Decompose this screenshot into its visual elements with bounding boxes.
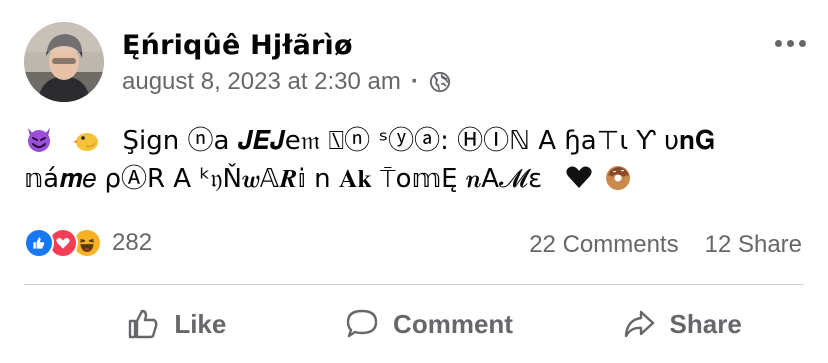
baby-chick-emoji bbox=[73, 133, 99, 151]
post-timestamp[interactable]: august 8, 2023 at 2:30 am bbox=[122, 68, 401, 96]
post-meta: august 8, 2023 at 2:30 am · bbox=[122, 68, 451, 96]
comment-button-label: Comment bbox=[393, 308, 513, 339]
share-icon bbox=[624, 310, 654, 338]
like-button[interactable]: Like bbox=[0, 296, 303, 352]
author-name[interactable]: Ęńriqûê Hjłãrìø bbox=[122, 30, 353, 61]
doughnut-emoji bbox=[605, 166, 630, 190]
comment-icon bbox=[346, 309, 378, 338]
avatar-photo bbox=[24, 22, 104, 102]
smiling-devil-emoji bbox=[28, 128, 50, 152]
reaction-summary[interactable]: 282 bbox=[24, 228, 152, 258]
action-bar: Like Comment Share bbox=[0, 296, 828, 352]
shares-count-link[interactable]: 12 Share bbox=[705, 231, 802, 259]
post-text-line-1: Şign ⓝa 𝑱𝑬𝑱e𝔪 ⍂ⓝ ˢⓨⓐ: ⒽⒾℕ A ɧa⊤ɩ Ƴ υ𝐧𝐆 bbox=[24, 122, 814, 160]
reaction-count: 282 bbox=[112, 229, 153, 256]
more-dot bbox=[787, 40, 794, 47]
post-text-content-1: Şign ⓝa 𝑱𝑬𝑱e𝔪 ⍂ⓝ ˢⓨⓐ: ⒽⒾℕ A ɧa⊤ɩ Ƴ υ𝐧𝐆 bbox=[122, 126, 715, 156]
more-dot bbox=[799, 40, 806, 47]
share-button[interactable]: Share bbox=[555, 296, 828, 352]
like-button-label: Like bbox=[174, 308, 227, 339]
like-reaction-icon bbox=[24, 228, 54, 258]
comments-count-link[interactable]: 22 Comments bbox=[529, 231, 678, 259]
thumbs-up-icon bbox=[129, 309, 158, 339]
meta-separator: · bbox=[410, 68, 419, 95]
post-text: Şign ⓝa 𝑱𝑬𝑱e𝔪 ⍂ⓝ ˢⓨⓐ: ⒽⒾℕ A ɧa⊤ɩ Ƴ υ𝐧𝐆 𝕟… bbox=[24, 122, 814, 198]
comment-button[interactable]: Comment bbox=[303, 296, 556, 352]
more-dot bbox=[775, 40, 782, 47]
post-text-content-2: 𝕟á𝒎𝑒 ρⒶR A ᵏ𝔶Ň𝒘𝔸𝑹𝕚 n 𝐀𝐤 ⍑o𝕞Ę 𝒏A𝓜ɛ bbox=[24, 164, 543, 194]
divider bbox=[24, 284, 804, 285]
facebook-post: Ęńriqûê Hjłãrìø august 8, 2023 at 2:30 a… bbox=[0, 0, 828, 363]
black-heart-emoji bbox=[566, 166, 593, 188]
engagement-stats: 22 Comments 12 Share bbox=[529, 231, 802, 259]
more-options-icon[interactable] bbox=[775, 40, 806, 47]
post-text-line-2: 𝕟á𝒎𝑒 ρⒶR A ᵏ𝔶Ň𝒘𝔸𝑹𝕚 n 𝐀𝐤 ⍑o𝕞Ę 𝒏A𝓜ɛ bbox=[24, 160, 814, 198]
share-button-label: Share bbox=[669, 308, 742, 339]
avatar[interactable] bbox=[24, 22, 104, 102]
globe-icon[interactable] bbox=[429, 71, 451, 93]
